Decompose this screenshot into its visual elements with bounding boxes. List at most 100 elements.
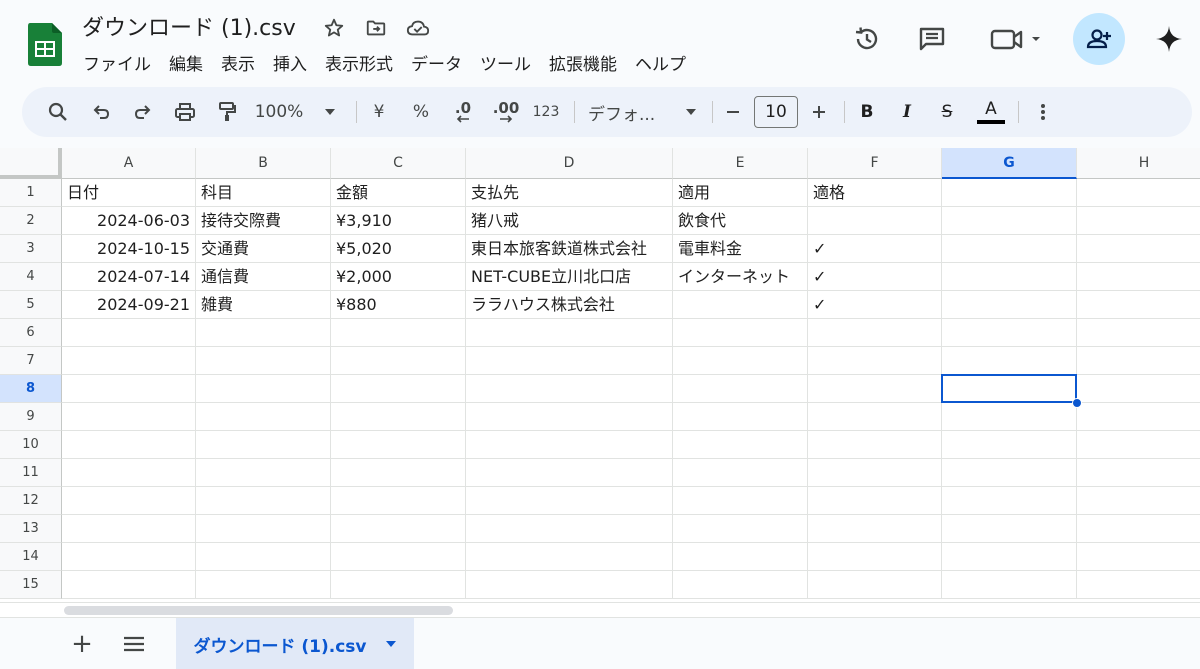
comments-icon[interactable] xyxy=(915,22,949,56)
cell-g7[interactable] xyxy=(942,347,1077,375)
cell-c7[interactable] xyxy=(331,347,466,375)
cell-b8[interactable] xyxy=(196,375,331,403)
menu-data[interactable]: データ xyxy=(402,50,471,75)
cell-d13[interactable] xyxy=(466,515,673,543)
more-options-icon[interactable] xyxy=(1028,87,1058,137)
move-to-folder-icon[interactable] xyxy=(364,16,388,40)
menu-tools[interactable]: ツール xyxy=(471,50,540,75)
cell-a5[interactable]: 2024-09-21 xyxy=(62,291,196,319)
cell-e2[interactable]: 飲食代 xyxy=(673,207,808,235)
cell-g1[interactable] xyxy=(942,179,1077,207)
cell-c4[interactable]: ¥2,000 xyxy=(331,263,466,291)
cell-b7[interactable] xyxy=(196,347,331,375)
cell-a11[interactable] xyxy=(62,459,196,487)
fill-handle[interactable] xyxy=(1072,398,1082,408)
cell-d14[interactable] xyxy=(466,543,673,571)
row-header-5[interactable]: 5 xyxy=(0,291,62,319)
cell-g9[interactable] xyxy=(942,403,1077,431)
cell-f12[interactable] xyxy=(808,487,942,515)
zoom-select[interactable]: 100% xyxy=(248,87,344,137)
column-header-h[interactable]: H xyxy=(1077,148,1200,179)
cell-h6[interactable] xyxy=(1077,319,1200,347)
cell-c6[interactable] xyxy=(331,319,466,347)
print-icon[interactable] xyxy=(168,87,202,137)
cell-e8[interactable] xyxy=(673,375,808,403)
cell-b6[interactable] xyxy=(196,319,331,347)
cell-h15[interactable] xyxy=(1077,571,1200,599)
cell-b5[interactable]: 雑費 xyxy=(196,291,331,319)
row-header-9[interactable]: 9 xyxy=(0,403,62,431)
sheet-tab[interactable]: ダウンロード (1).csv xyxy=(176,618,414,669)
cell-e3[interactable]: 電車料金 xyxy=(673,235,808,263)
cell-d6[interactable] xyxy=(466,319,673,347)
menu-format[interactable]: 表示形式 xyxy=(316,50,402,75)
column-header-e[interactable]: E xyxy=(673,148,808,179)
cell-e5[interactable] xyxy=(673,291,808,319)
cell-d15[interactable] xyxy=(466,571,673,599)
cell-d4[interactable]: NET-CUBE立川北口店 xyxy=(466,263,673,291)
cell-d3[interactable]: 東日本旅客鉄道株式会社 xyxy=(466,235,673,263)
cell-a13[interactable] xyxy=(62,515,196,543)
text-color-button[interactable]: A xyxy=(972,87,1010,137)
cell-b1[interactable]: 科目 xyxy=(196,179,331,207)
cell-f9[interactable] xyxy=(808,403,942,431)
cell-d9[interactable] xyxy=(466,403,673,431)
redo-icon[interactable] xyxy=(126,87,160,137)
cell-f15[interactable] xyxy=(808,571,942,599)
font-family-select[interactable]: デフォ... xyxy=(588,87,698,137)
cell-f1[interactable]: 適格 xyxy=(808,179,942,207)
cell-f7[interactable] xyxy=(808,347,942,375)
cell-a9[interactable] xyxy=(62,403,196,431)
cell-d5[interactable]: ララハウス株式会社 xyxy=(466,291,673,319)
cell-g8[interactable] xyxy=(942,375,1077,403)
cell-d10[interactable] xyxy=(466,431,673,459)
menu-file[interactable]: ファイル xyxy=(74,50,160,75)
cell-e14[interactable] xyxy=(673,543,808,571)
search-menus-icon[interactable] xyxy=(36,87,80,137)
cell-f8[interactable] xyxy=(808,375,942,403)
cell-g2[interactable] xyxy=(942,207,1077,235)
cell-a10[interactable] xyxy=(62,431,196,459)
cell-a8[interactable] xyxy=(62,375,196,403)
cell-a4[interactable]: 2024-07-14 xyxy=(62,263,196,291)
row-header-4[interactable]: 4 xyxy=(0,263,62,291)
row-header-7[interactable]: 7 xyxy=(0,347,62,375)
cell-h5[interactable] xyxy=(1077,291,1200,319)
cell-b9[interactable] xyxy=(196,403,331,431)
cell-d8[interactable] xyxy=(466,375,673,403)
cell-e7[interactable] xyxy=(673,347,808,375)
add-sheet-button[interactable]: + xyxy=(66,628,98,660)
gemini-icon[interactable] xyxy=(1152,22,1186,56)
cell-h4[interactable] xyxy=(1077,263,1200,291)
cell-h11[interactable] xyxy=(1077,459,1200,487)
cell-a7[interactable] xyxy=(62,347,196,375)
cell-a1[interactable]: 日付 xyxy=(62,179,196,207)
cell-d11[interactable] xyxy=(466,459,673,487)
cell-e1[interactable]: 適用 xyxy=(673,179,808,207)
row-header-14[interactable]: 14 xyxy=(0,543,62,571)
cell-c1[interactable]: 金額 xyxy=(331,179,466,207)
strikethrough-button[interactable]: S xyxy=(930,87,964,137)
cell-c3[interactable]: ¥5,020 xyxy=(331,235,466,263)
menu-extensions[interactable]: 拡張機能 xyxy=(540,50,626,75)
cell-c2[interactable]: ¥3,910 xyxy=(331,207,466,235)
cell-e15[interactable] xyxy=(673,571,808,599)
cell-g5[interactable] xyxy=(942,291,1077,319)
cell-e10[interactable] xyxy=(673,431,808,459)
cell-a15[interactable] xyxy=(62,571,196,599)
cell-b3[interactable]: 交通費 xyxy=(196,235,331,263)
cell-b10[interactable] xyxy=(196,431,331,459)
cell-f13[interactable] xyxy=(808,515,942,543)
cell-g15[interactable] xyxy=(942,571,1077,599)
decrease-font-size-icon[interactable] xyxy=(718,87,748,137)
cell-b12[interactable] xyxy=(196,487,331,515)
cell-h10[interactable] xyxy=(1077,431,1200,459)
cell-a2[interactable]: 2024-06-03 xyxy=(62,207,196,235)
decrease-decimal-button[interactable]: .0 xyxy=(444,87,482,137)
column-header-c[interactable]: C xyxy=(331,148,466,179)
cell-f14[interactable] xyxy=(808,543,942,571)
cell-e12[interactable] xyxy=(673,487,808,515)
star-icon[interactable] xyxy=(322,16,346,40)
row-header-13[interactable]: 13 xyxy=(0,515,62,543)
cell-f10[interactable] xyxy=(808,431,942,459)
